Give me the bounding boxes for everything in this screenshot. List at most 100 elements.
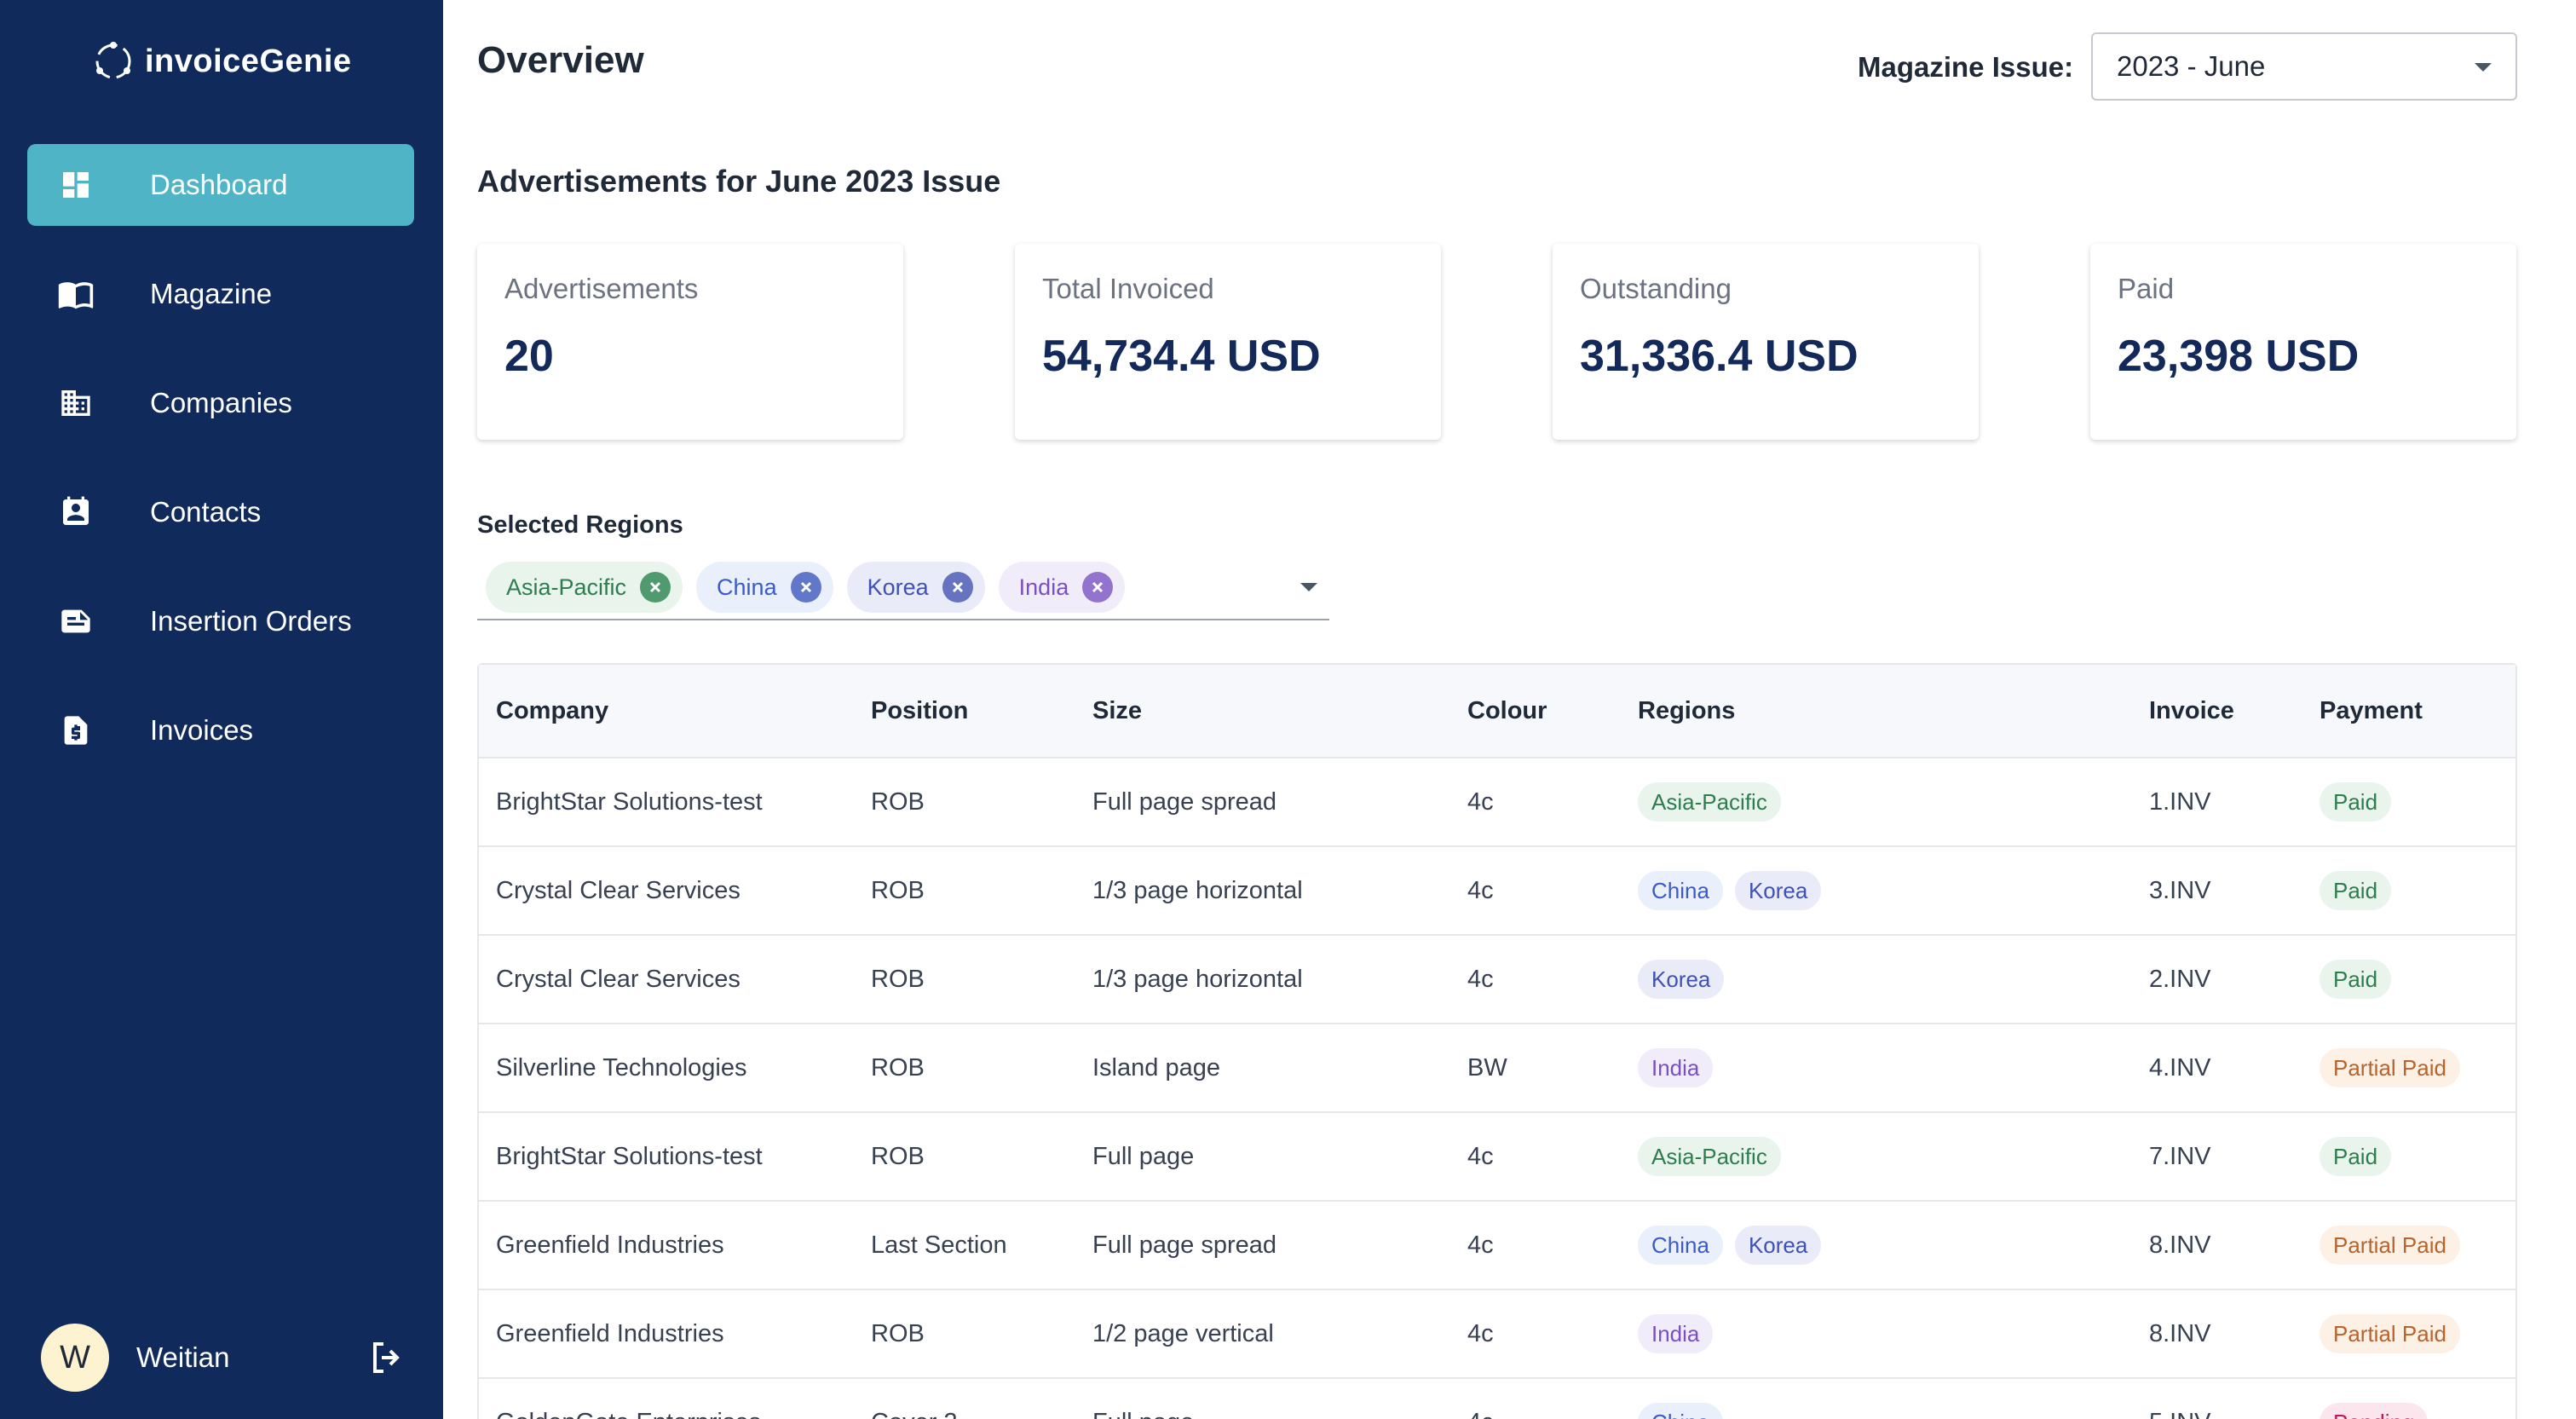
column-header-colour[interactable]: Colour [1467, 697, 1547, 725]
status-badge: Paid [2320, 782, 2392, 822]
magazine-icon [56, 274, 95, 314]
stat-card-advertisements: Advertisements 20 [477, 244, 903, 440]
cell-colour: BW [1467, 1053, 1507, 1082]
app-name: invoiceGenie [145, 43, 352, 79]
region-badge: China [1638, 1226, 1723, 1265]
region-badge: Korea [1734, 1226, 1822, 1265]
cell-colour: 4c [1467, 1319, 1494, 1347]
sidebar-item-invoices[interactable]: Invoices [27, 689, 414, 771]
cell-position: Cover 2 [871, 1409, 958, 1419]
cell-colour: 4c [1467, 1142, 1494, 1170]
logout-icon[interactable] [366, 1337, 407, 1378]
table-row[interactable]: Crystal Clear Services ROB 1/3 page horizo… [479, 847, 2515, 936]
cell-company: BrightStar Solutions-test [496, 1142, 763, 1170]
region-chip-asia-pacific: Asia-Pacific [486, 562, 683, 613]
regions-multiselect[interactable]: Asia-Pacific China Korea India [477, 556, 1329, 620]
column-header-invoice[interactable]: Invoice [2149, 697, 2234, 725]
cell-company: Silverline Technologies [496, 1053, 747, 1082]
status-badge: Paid [2320, 960, 2392, 999]
cell-colour: 4c [1467, 1409, 1494, 1419]
close-icon[interactable] [1082, 572, 1114, 603]
main-content: Overview Magazine Issue: 2023 - June Adv… [443, 0, 2556, 1419]
cell-size: 1/2 page vertical [1092, 1319, 1274, 1347]
sidebar-item-contacts[interactable]: Contacts [27, 471, 414, 553]
cell-position: Last Section [871, 1231, 1007, 1259]
cell-size: Full page [1092, 1142, 1195, 1170]
cell-colour: 4c [1467, 876, 1494, 904]
dashboard-icon [56, 165, 95, 205]
user-profile: W Weitian [41, 1324, 407, 1392]
column-header-position[interactable]: Position [871, 697, 968, 725]
cell-payment: Paid [2320, 1137, 2403, 1176]
sidebar-item-dashboard[interactable]: Dashboard [27, 144, 414, 226]
cell-colour: 4c [1467, 787, 1494, 816]
sidebar-item-label: Magazine [150, 278, 273, 309]
column-header-regions[interactable]: Regions [1638, 697, 1735, 725]
cell-regions: China Korea [1638, 1226, 1833, 1265]
table-row[interactable]: BrightStar Solutions-test ROB Full page sp… [479, 759, 2515, 847]
table-header: Company Position Size Colour Regions Inv… [479, 665, 2515, 759]
cell-regions: Asia-Pacific [1638, 1137, 1793, 1176]
cell-payment: Partial Paid [2320, 1314, 2472, 1353]
cell-position: ROB [871, 787, 925, 816]
sidebar-item-label: Insertion Orders [150, 605, 352, 637]
cell-payment: Partial Paid [2320, 1226, 2472, 1265]
cell-regions: India [1638, 1314, 1725, 1353]
table-row[interactable]: Greenfield Industries Last Section Full pa… [479, 1202, 2515, 1290]
chip-label: Asia-Pacific [506, 574, 627, 600]
selected-regions-label: Selected Regions [477, 511, 683, 539]
sidebar-item-companies[interactable]: Companies [27, 362, 414, 444]
stat-value: 23,398 USD [2118, 332, 2360, 381]
cell-position: ROB [871, 965, 925, 993]
contacts-icon [56, 493, 95, 532]
table-row[interactable]: Silverline Technologies ROB Island page BW I… [479, 1024, 2515, 1113]
cell-regions: India [1638, 1048, 1725, 1087]
close-icon[interactable] [790, 572, 821, 603]
sidebar-item-insertion-orders[interactable]: Insertion Orders [27, 580, 414, 662]
sidebar-item-label: Companies [150, 387, 292, 418]
region-badge: Korea [1638, 960, 1725, 999]
status-badge: Partial Paid [2320, 1314, 2460, 1353]
status-badge: Pending [2320, 1403, 2429, 1419]
cell-regions: China [1638, 1403, 1735, 1419]
cell-payment: Paid [2320, 782, 2403, 822]
cell-company: BrightStar Solutions-test [496, 787, 763, 816]
table-row[interactable]: Greenfield Industries ROB 1/2 page vertica… [479, 1290, 2515, 1379]
stat-value: 20 [504, 332, 554, 381]
close-icon[interactable] [640, 572, 671, 603]
cell-size: 1/3 page horizontal [1092, 965, 1303, 993]
chip-label: India [1018, 574, 1069, 600]
cell-invoice: 1.INV [2149, 787, 2211, 816]
column-header-size[interactable]: Size [1092, 697, 1142, 725]
cell-company: Crystal Clear Services [496, 965, 741, 993]
table-row[interactable]: GoldenGate Enterprises Cover 2 Full page 4c… [479, 1379, 2515, 1419]
column-header-payment[interactable]: Payment [2320, 697, 2423, 725]
region-badge: Korea [1734, 871, 1822, 910]
table-row[interactable]: Crystal Clear Services ROB 1/3 page horizo… [479, 936, 2515, 1024]
section-title: Advertisements for June 2023 Issue [477, 164, 1001, 199]
companies-icon [56, 384, 95, 423]
region-badge: China [1638, 871, 1723, 910]
chip-label: Korea [867, 574, 929, 600]
table-row[interactable]: BrightStar Solutions-test ROB Full page 4c A… [479, 1113, 2515, 1202]
cell-colour: 4c [1467, 965, 1494, 993]
sidebar-item-magazine[interactable]: Magazine [27, 253, 414, 335]
cell-invoice: 5.INV [2149, 1409, 2211, 1419]
cell-position: ROB [871, 1142, 925, 1170]
magazine-issue-select[interactable]: 2023 - June [2091, 32, 2517, 101]
chevron-down-icon[interactable] [1300, 583, 1317, 591]
cell-company: GoldenGate Enterprises [496, 1409, 761, 1419]
stat-value: 31,336.4 USD [1580, 332, 1859, 381]
app-logo[interactable]: invoiceGenie [92, 37, 352, 85]
region-badge: Asia-Pacific [1638, 782, 1781, 822]
close-icon[interactable] [942, 572, 973, 603]
cell-payment: Paid [2320, 871, 2403, 910]
magazine-issue-value: 2023 - June [2117, 50, 2266, 82]
stat-card-paid: Paid 23,398 USD [2090, 244, 2516, 440]
cell-invoice: 8.INV [2149, 1319, 2211, 1347]
stat-label: Advertisements [504, 273, 699, 304]
column-header-company[interactable]: Company [496, 697, 608, 725]
avatar[interactable]: W [41, 1324, 109, 1392]
status-badge: Paid [2320, 871, 2392, 910]
region-chip-india: India [998, 562, 1126, 613]
